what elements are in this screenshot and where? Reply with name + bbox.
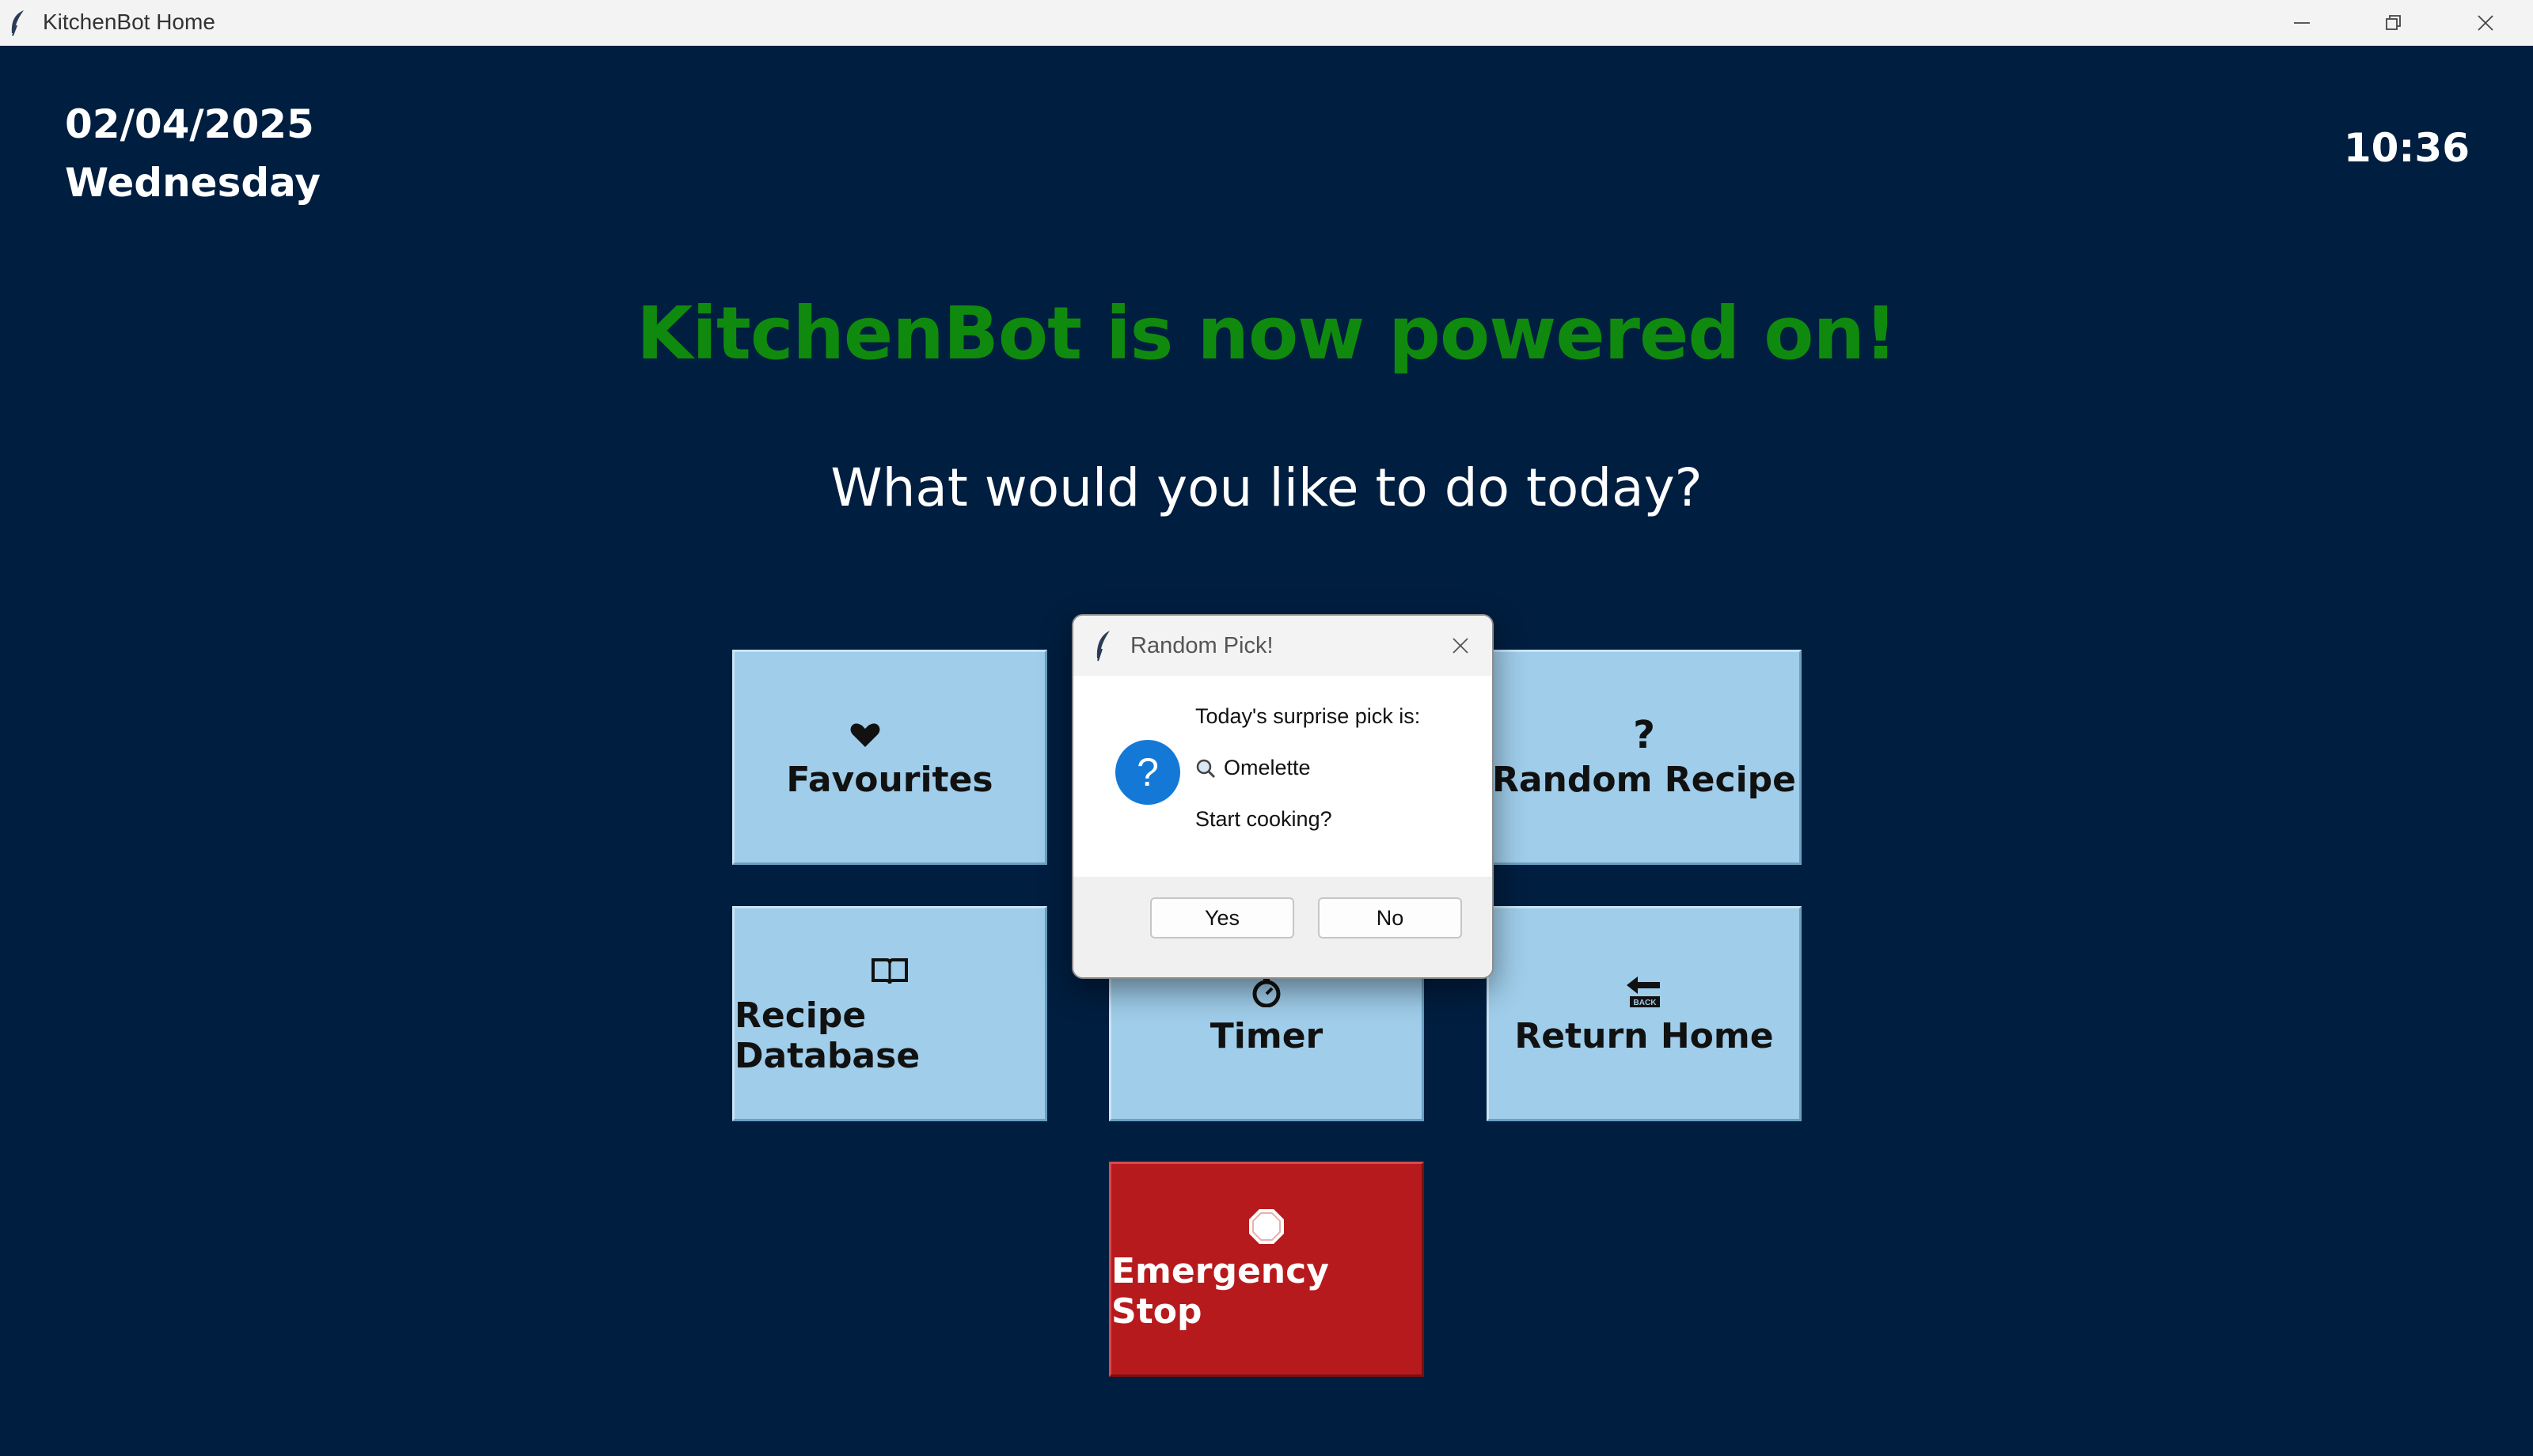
svg-text:BACK: BACK (1634, 999, 1658, 1007)
timer-label: Timer (1210, 1015, 1323, 1056)
emergency-stop-label: Emergency Stop (1111, 1251, 1329, 1332)
heart-icon (849, 715, 881, 755)
dialog-titlebar: Random Pick! (1073, 616, 1492, 676)
power-on-headline: KitchenBot is now powered on! (636, 291, 1897, 376)
dialog-pick-name: Omelette (1224, 756, 1311, 779)
return-home-button[interactable]: BACK Return Home (1487, 906, 1802, 1121)
yes-button[interactable]: Yes (1150, 897, 1294, 938)
random-pick-dialog: Random Pick! ? Today's surprise pick is:… (1072, 614, 1494, 979)
book-icon (871, 951, 909, 991)
emergency-stop-button[interactable]: Emergency Stop (1109, 1162, 1424, 1377)
question-icon: ? (1115, 740, 1180, 805)
no-button[interactable]: No (1318, 897, 1462, 938)
favourites-button[interactable]: Favourites (732, 650, 1047, 865)
prompt-text: What would you like to do today? (830, 457, 1703, 518)
restore-icon (2386, 15, 2401, 30)
feather-icon (1096, 631, 1110, 662)
recipe-database-button[interactable]: Recipe Database (732, 906, 1047, 1121)
dialog-close-button[interactable] (1446, 631, 1475, 660)
weekday-text: Wednesday (65, 160, 321, 206)
magnifier-icon (1196, 759, 1216, 778)
dialog-title: Random Pick! (1130, 633, 1274, 658)
minimize-button[interactable] (2256, 0, 2348, 46)
close-button[interactable] (2440, 0, 2531, 46)
dialog-body: ? Today's surprise pick is: Omelette Sta… (1073, 676, 1492, 877)
date-text: 02/04/2025 (65, 101, 314, 147)
back-arrow-icon: BACK (1625, 972, 1663, 1011)
dialog-line-intro: Today's surprise pick is: (1195, 704, 1421, 728)
window-titlebar: KitchenBot Home (0, 0, 2533, 46)
random-recipe-label: Random Recipe (1491, 759, 1796, 800)
window-title: KitchenBot Home (43, 9, 215, 34)
question-mark-icon: ? (1633, 712, 1655, 757)
clock-text: 10:36 (2343, 125, 2470, 171)
dialog-pick-row: Omelette (1195, 756, 1311, 780)
minimize-icon (2294, 22, 2310, 24)
return-home-label: Return Home (1514, 1015, 1774, 1056)
dialog-footer: Yes No (1073, 877, 1492, 977)
close-icon (2478, 15, 2493, 31)
random-recipe-button[interactable]: ? Random Recipe (1487, 650, 1802, 865)
recipe-database-label: Recipe Database (735, 995, 921, 1076)
svg-text:?: ? (1137, 750, 1159, 794)
feather-icon (11, 10, 24, 36)
date-block: 02/04/2025 Wednesday (65, 95, 321, 212)
favourites-label: Favourites (786, 759, 993, 800)
dialog-line-question: Start cooking? (1195, 807, 1332, 831)
close-icon (1453, 638, 1468, 654)
stop-sign-icon (1248, 1207, 1285, 1246)
restore-button[interactable] (2348, 0, 2440, 46)
